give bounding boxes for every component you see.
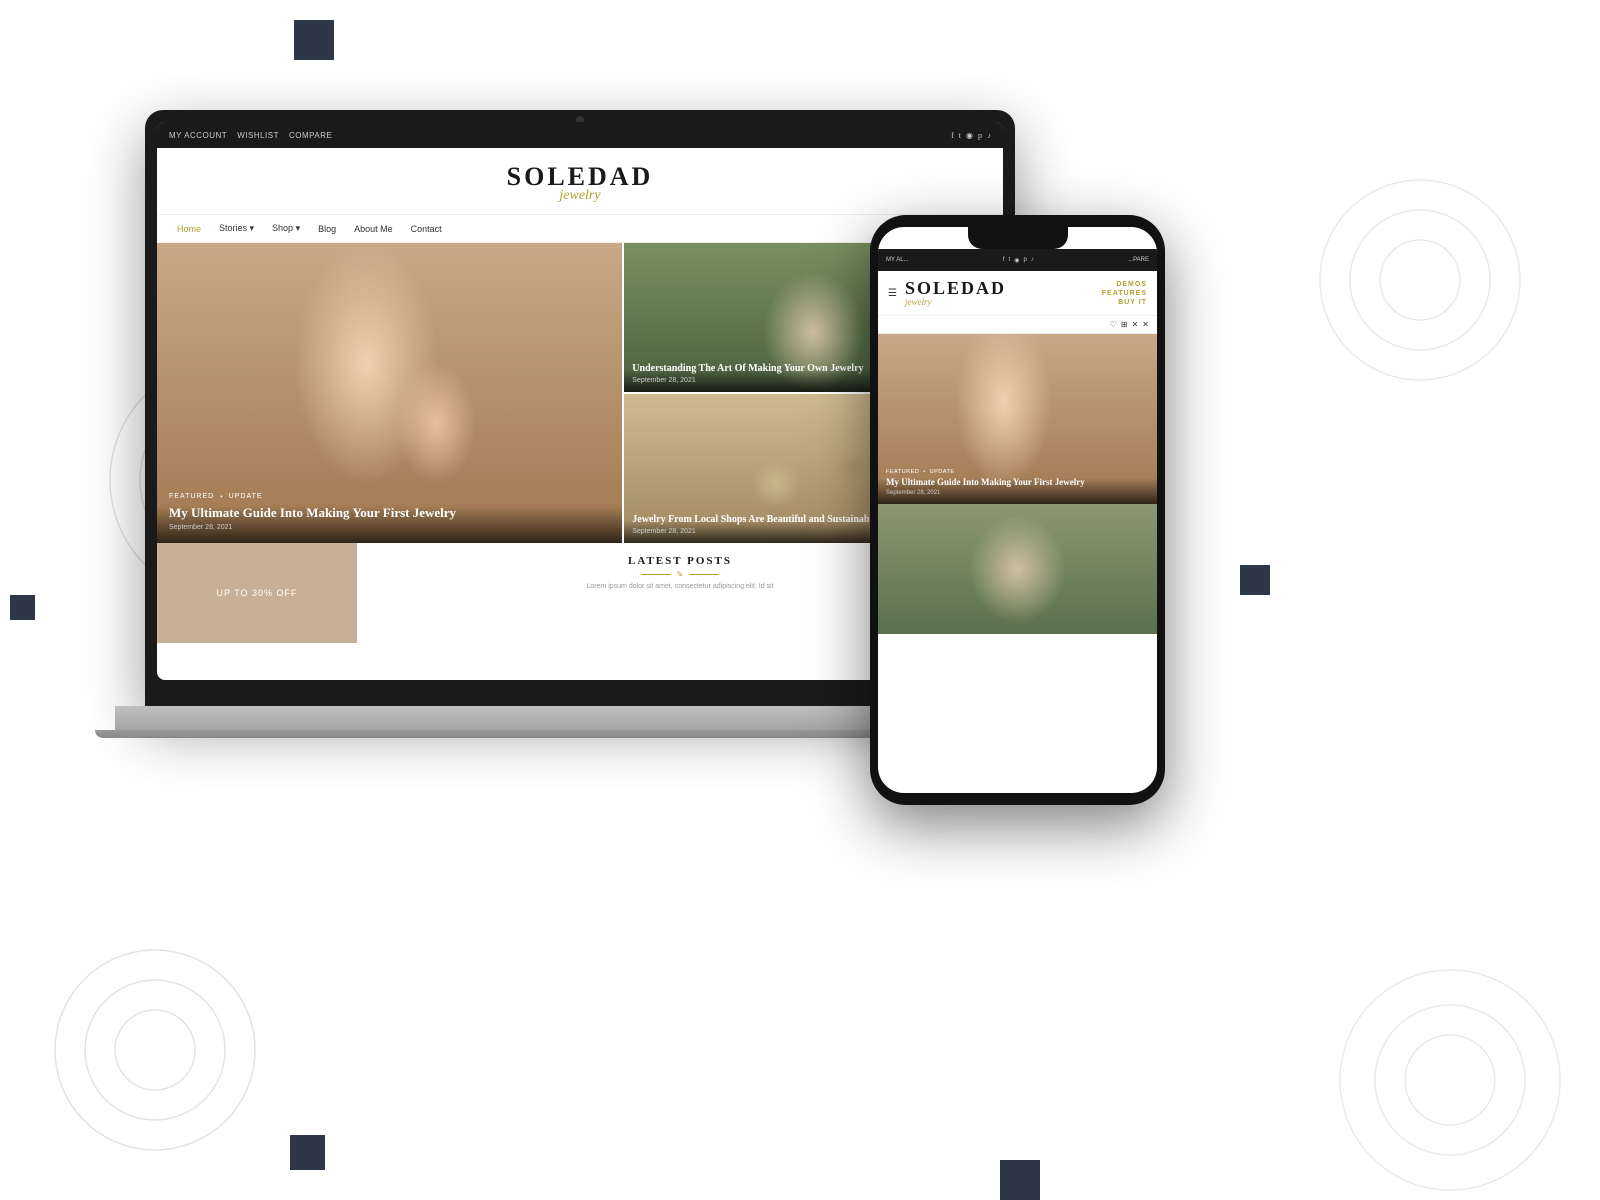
phone-pi-icon[interactable]: p bbox=[1023, 257, 1026, 264]
edit-icon: ✎ bbox=[677, 570, 684, 579]
phone-cart-icon[interactable]: ⊞ bbox=[1121, 320, 1128, 329]
hero-main-title: My Ultimate Guide Into Making Your First… bbox=[169, 505, 610, 522]
phone-second-article[interactable] bbox=[878, 504, 1157, 634]
nav-contact[interactable]: Contact bbox=[411, 224, 442, 234]
phone-hero-tags: FEATURED • UPDATE bbox=[886, 469, 1149, 475]
site-header: SOLEDAD jewelry bbox=[157, 148, 1003, 215]
phone-hero[interactable]: FEATURED • UPDATE My Ultimate Guide Into… bbox=[878, 334, 1157, 504]
phone-header: ☰ SOLEDAD jewelry DEMOS FEATURES BUY IT bbox=[878, 271, 1157, 316]
promo-text: UP TO 30% OFF bbox=[216, 588, 297, 598]
logo-sub[interactable]: jewelry bbox=[157, 188, 1003, 204]
phone-topbar: MY AL... f t ◉ p ♪ ...PARE bbox=[878, 249, 1157, 271]
phone-notch bbox=[968, 227, 1068, 249]
phone-demos[interactable]: DEMOS bbox=[1102, 281, 1147, 288]
phone-topbar-left: MY AL... bbox=[886, 257, 909, 263]
nav-home[interactable]: Home bbox=[177, 224, 201, 234]
phone-hamburger-icon[interactable]: ☰ bbox=[888, 288, 897, 299]
deco-square-3 bbox=[1240, 565, 1270, 595]
nav-about[interactable]: About Me bbox=[354, 224, 393, 234]
phone-tag-featured: FEATURED bbox=[886, 469, 919, 475]
phone-hero-overlay: FEATURED • UPDATE My Ultimate Guide Into… bbox=[878, 461, 1157, 504]
phone-body: MY AL... f t ◉ p ♪ ...PARE ☰ SOLEDAD bbox=[870, 215, 1165, 805]
phone-content: MY AL... f t ◉ p ♪ ...PARE ☰ SOLEDAD bbox=[878, 227, 1157, 793]
nav-shop[interactable]: Shop ▾ bbox=[272, 223, 300, 234]
phone-buy[interactable]: BUY IT bbox=[1102, 299, 1147, 306]
hero-main-overlay: FEATURED • UPDATE My Ultimate Guide Into… bbox=[157, 481, 622, 543]
latest-line-left bbox=[641, 574, 671, 575]
topbar-links: MY ACCOUNT WISHLIST COMPARE bbox=[169, 131, 332, 140]
tag-update: UPDATE bbox=[229, 493, 263, 501]
phone-icons-row: ♡ ⊞ ✕ ✕ bbox=[878, 316, 1157, 334]
phone-right-menu: DEMOS FEATURES BUY IT bbox=[1102, 281, 1147, 306]
phone-logo-main: SOLEDAD bbox=[905, 279, 1102, 297]
nav-stories[interactable]: Stories ▾ bbox=[219, 223, 254, 234]
phone-hero-title: My Ultimate Guide Into Making Your First… bbox=[886, 477, 1149, 489]
tiktok-icon[interactable]: ♪ bbox=[987, 131, 991, 140]
phone-logo[interactable]: SOLEDAD jewelry bbox=[905, 279, 1102, 307]
phone-logo-sub: jewelry bbox=[905, 297, 1102, 307]
phone-hero-date: September 28, 2021 bbox=[886, 490, 1149, 496]
tag-featured: FEATURED bbox=[169, 493, 214, 501]
phone-tag-update: UPDATE bbox=[930, 469, 955, 475]
pinterest-icon[interactable]: p bbox=[978, 131, 982, 140]
instagram-icon[interactable]: ◉ bbox=[966, 131, 973, 140]
phone-heart-icon[interactable]: ♡ bbox=[1110, 320, 1117, 329]
deco-square-1 bbox=[294, 20, 334, 60]
logo-main[interactable]: SOLEDAD bbox=[157, 164, 1003, 190]
deco-square-5 bbox=[1000, 1160, 1040, 1200]
hero-main-article[interactable]: FEATURED • UPDATE My Ultimate Guide Into… bbox=[157, 243, 622, 543]
facebook-icon[interactable]: f bbox=[951, 131, 954, 140]
topbar-my-account[interactable]: MY ACCOUNT bbox=[169, 131, 227, 140]
topbar-wishlist[interactable]: WISHLIST bbox=[237, 131, 279, 140]
site-topbar: MY ACCOUNT WISHLIST COMPARE f t ◉ p ♪ bbox=[157, 122, 1003, 148]
phone-fb-icon[interactable]: f bbox=[1003, 257, 1005, 264]
nav-blog[interactable]: Blog bbox=[318, 224, 336, 234]
phone-in-icon[interactable]: ◉ bbox=[1014, 257, 1019, 264]
deco-square-2 bbox=[10, 595, 35, 620]
phone-grid-icon[interactable]: ✕ bbox=[1132, 320, 1139, 329]
phone-mockup: MY AL... f t ◉ p ♪ ...PARE ☰ SOLEDAD bbox=[870, 215, 1165, 805]
phone-close-icon[interactable]: ✕ bbox=[1142, 320, 1149, 329]
deco-square-4 bbox=[290, 1135, 325, 1170]
phone-screen-bezel: MY AL... f t ◉ p ♪ ...PARE ☰ SOLEDAD bbox=[878, 227, 1157, 793]
hero-tags: FEATURED • UPDATE bbox=[169, 493, 610, 501]
phone-social-icons: f t ◉ p ♪ bbox=[1003, 257, 1034, 264]
latest-line-right bbox=[689, 574, 719, 575]
promo-block[interactable]: UP TO 30% OFF bbox=[157, 543, 357, 643]
phone-second-image bbox=[878, 504, 1157, 634]
topbar-social: f t ◉ p ♪ bbox=[951, 131, 991, 140]
phone-topbar-right: ...PARE bbox=[1128, 257, 1149, 263]
hero-main-date: September 28, 2021 bbox=[169, 524, 610, 531]
twitter-icon[interactable]: t bbox=[959, 131, 961, 140]
phone-tw-icon[interactable]: t bbox=[1009, 257, 1011, 264]
phone-features[interactable]: FEATURES bbox=[1102, 290, 1147, 297]
topbar-compare[interactable]: COMPARE bbox=[289, 131, 332, 140]
phone-tt-icon[interactable]: ♪ bbox=[1031, 257, 1034, 264]
